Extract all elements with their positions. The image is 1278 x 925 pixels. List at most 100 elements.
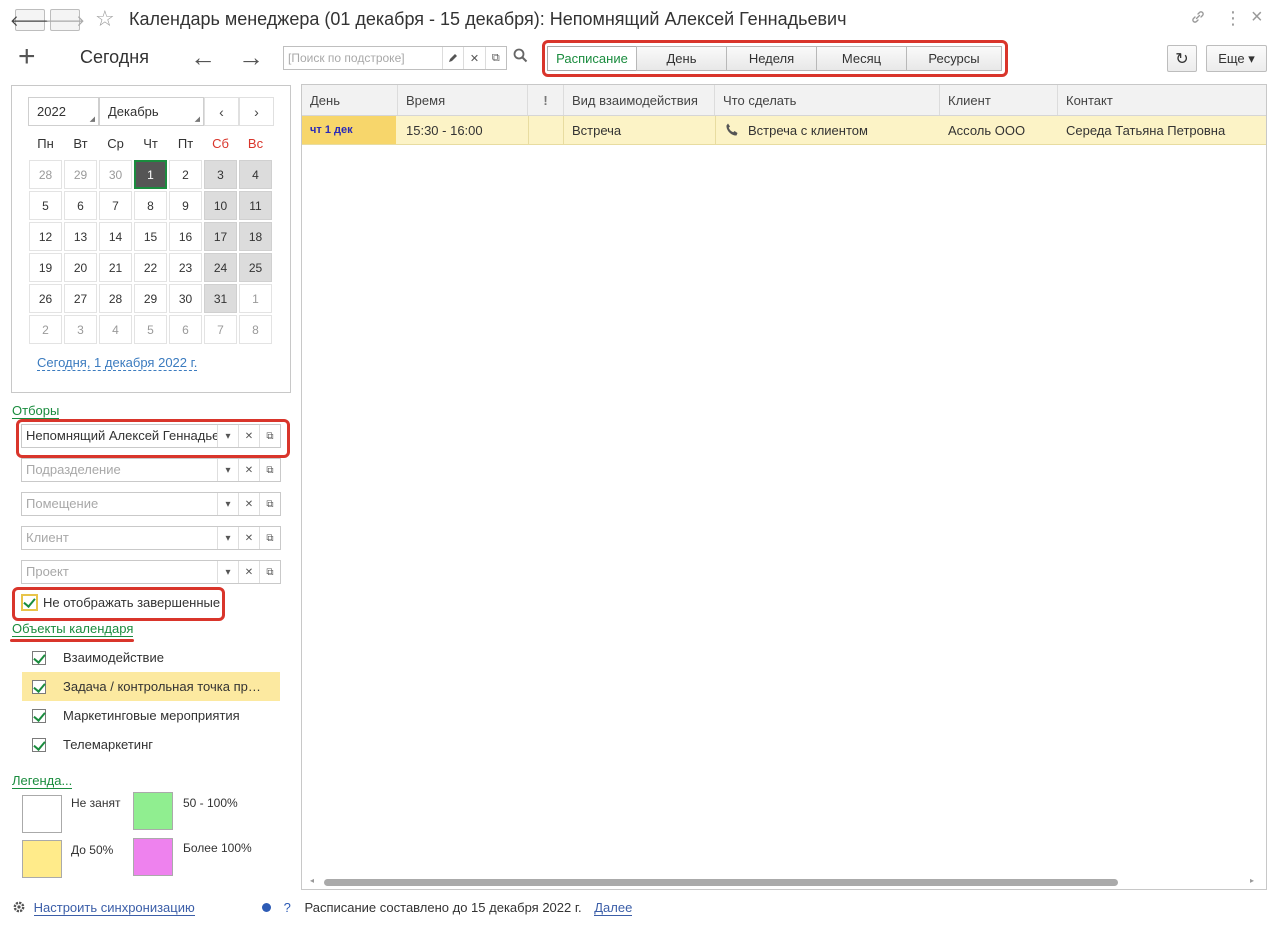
close-icon[interactable]: × <box>1251 6 1263 29</box>
prev-month-button[interactable]: ‹ <box>204 97 239 126</box>
calendar-day[interactable]: 21 <box>99 253 132 282</box>
year-selector[interactable]: 2022 ◢ <box>28 97 99 126</box>
calendar-day[interactable]: 1 <box>239 284 272 313</box>
open-icon[interactable]: ⧉ <box>259 493 280 515</box>
calendar-day[interactable]: 18 <box>239 222 272 251</box>
calendar-day[interactable]: 11 <box>239 191 272 220</box>
calendar-day[interactable]: 3 <box>64 315 97 344</box>
calendar-object-item[interactable]: Взаимодействие <box>22 643 280 672</box>
clear-icon[interactable]: ✕ <box>238 527 259 549</box>
calendar-day[interactable]: 12 <box>29 222 62 251</box>
calendar-day[interactable]: 8 <box>239 315 272 344</box>
clear-icon[interactable]: ✕ <box>238 459 259 481</box>
help-icon[interactable]: ? <box>284 900 291 915</box>
calendar-day[interactable]: 25 <box>239 253 272 282</box>
calendar-day[interactable]: 7 <box>204 315 237 344</box>
checkbox-checked-icon[interactable] <box>32 708 46 723</box>
edit-icon[interactable] <box>442 47 463 69</box>
column-interaction-type[interactable]: Вид взаимодействия <box>564 85 715 115</box>
sync-link[interactable]: Настроить синхронизацию <box>33 900 195 916</box>
tab-resources[interactable]: Ресурсы <box>906 46 1002 71</box>
department-filter[interactable]: Подразделение ▾ ✕ ⧉ <box>21 458 281 482</box>
calendar-day[interactable]: 31 <box>204 284 237 313</box>
calendar-day[interactable]: 14 <box>99 222 132 251</box>
calendar-object-item[interactable]: Телемаркетинг <box>22 730 280 759</box>
clear-icon[interactable]: ✕ <box>463 47 484 69</box>
open-icon[interactable]: ⧉ <box>484 47 506 69</box>
calendar-day[interactable]: 13 <box>64 222 97 251</box>
calendar-day[interactable]: 5 <box>29 191 62 220</box>
checkbox-checked-icon[interactable] <box>32 679 46 694</box>
calendar-day[interactable]: 2 <box>29 315 62 344</box>
scrollbar-thumb[interactable] <box>324 879 1118 886</box>
tab-month[interactable]: Месяц <box>816 46 907 71</box>
calendar-day[interactable]: 22 <box>134 253 167 282</box>
prev-period-button[interactable]: ← <box>190 42 216 72</box>
today-button[interactable]: Сегодня <box>80 47 149 68</box>
open-icon[interactable]: ⧉ <box>259 459 280 481</box>
calendar-day[interactable]: 19 <box>29 253 62 282</box>
today-link[interactable]: Сегодня, 1 декабря 2022 г. <box>37 356 198 371</box>
dropdown-icon[interactable]: ▾ <box>217 527 238 549</box>
open-icon[interactable]: ⧉ <box>259 425 280 447</box>
filter-value[interactable]: Непомнящий Алексей Геннадьевич <box>22 425 217 447</box>
calendar-day[interactable]: 7 <box>99 191 132 220</box>
filter-value[interactable]: Помещение <box>22 493 217 515</box>
calendar-day[interactable]: 30 <box>169 284 202 313</box>
calendar-day[interactable]: 3 <box>204 160 237 189</box>
calendar-day[interactable]: 8 <box>134 191 167 220</box>
dropdown-icon[interactable]: ▾ <box>217 493 238 515</box>
link-icon[interactable] <box>1190 9 1206 30</box>
scroll-left-icon[interactable]: ◂ <box>310 876 314 885</box>
calendar-day[interactable]: 6 <box>64 191 97 220</box>
filters-title[interactable]: Отборы <box>12 404 60 419</box>
menu-icon[interactable]: ⋮ <box>1224 8 1242 29</box>
clear-icon[interactable]: ✕ <box>238 425 259 447</box>
search-icon[interactable] <box>513 48 528 67</box>
calendar-day[interactable]: 6 <box>169 315 202 344</box>
search-input[interactable] <box>284 47 442 69</box>
calendar-objects-title[interactable]: Объекты календаря <box>12 622 134 637</box>
open-icon[interactable]: ⧉ <box>259 527 280 549</box>
calendar-day[interactable]: 5 <box>134 315 167 344</box>
calendar-day[interactable]: 28 <box>29 160 62 189</box>
column-time[interactable]: Время <box>398 85 528 115</box>
room-filter[interactable]: Помещение ▾ ✕ ⧉ <box>21 492 281 516</box>
calendar-day[interactable]: 24 <box>204 253 237 282</box>
dropdown-icon[interactable]: ▾ <box>217 561 238 583</box>
filter-value[interactable]: Подразделение <box>22 459 217 481</box>
calendar-day[interactable]: 28 <box>99 284 132 313</box>
clear-icon[interactable]: ✕ <box>238 561 259 583</box>
more-button[interactable]: Еще ▾ <box>1206 45 1267 72</box>
scroll-right-icon[interactable]: ▸ <box>1250 876 1254 885</box>
calendar-day[interactable]: 23 <box>169 253 202 282</box>
calendar-day[interactable]: 2 <box>169 160 202 189</box>
column-contact[interactable]: Контакт <box>1058 85 1266 115</box>
forward-button[interactable]: 🡒 <box>45 9 85 31</box>
calendar-day[interactable]: 29 <box>64 160 97 189</box>
table-row[interactable]: чт 1 дек 15:30 - 16:00 Встреча Встреча с… <box>302 116 1266 145</box>
client-filter[interactable]: Клиент ▾ ✕ ⧉ <box>21 526 281 550</box>
favorite-star-icon[interactable]: ☆ <box>95 6 115 32</box>
calendar-day[interactable]: 4 <box>99 315 132 344</box>
calendar-day[interactable]: 17 <box>204 222 237 251</box>
horizontal-scrollbar[interactable]: ◂ ▸ <box>302 875 1266 889</box>
calendar-day[interactable]: 20 <box>64 253 97 282</box>
project-filter[interactable]: Проект ▾ ✕ ⧉ <box>21 560 281 584</box>
checkbox-checked-icon[interactable] <box>32 737 46 752</box>
clear-icon[interactable]: ✕ <box>238 493 259 515</box>
next-period-button[interactable]: → <box>238 42 264 72</box>
tab-schedule[interactable]: Расписание <box>547 46 637 71</box>
sync-settings[interactable]: Настроить синхронизацию <box>12 900 195 917</box>
tab-week[interactable]: Неделя <box>726 46 817 71</box>
calendar-day[interactable]: 27 <box>64 284 97 313</box>
column-day[interactable]: День <box>302 85 398 115</box>
calendar-day[interactable]: 29 <box>134 284 167 313</box>
next-link[interactable]: Далее <box>594 900 633 916</box>
legend-title[interactable]: Легенда... <box>12 774 73 789</box>
refresh-button[interactable]: ↻ <box>1167 45 1197 72</box>
dropdown-icon[interactable]: ▾ <box>217 425 238 447</box>
hide-completed-checkbox[interactable]: Не отображать завершенные <box>21 594 220 611</box>
calendar-day[interactable]: 4 <box>239 160 272 189</box>
next-month-button[interactable]: › <box>239 97 274 126</box>
